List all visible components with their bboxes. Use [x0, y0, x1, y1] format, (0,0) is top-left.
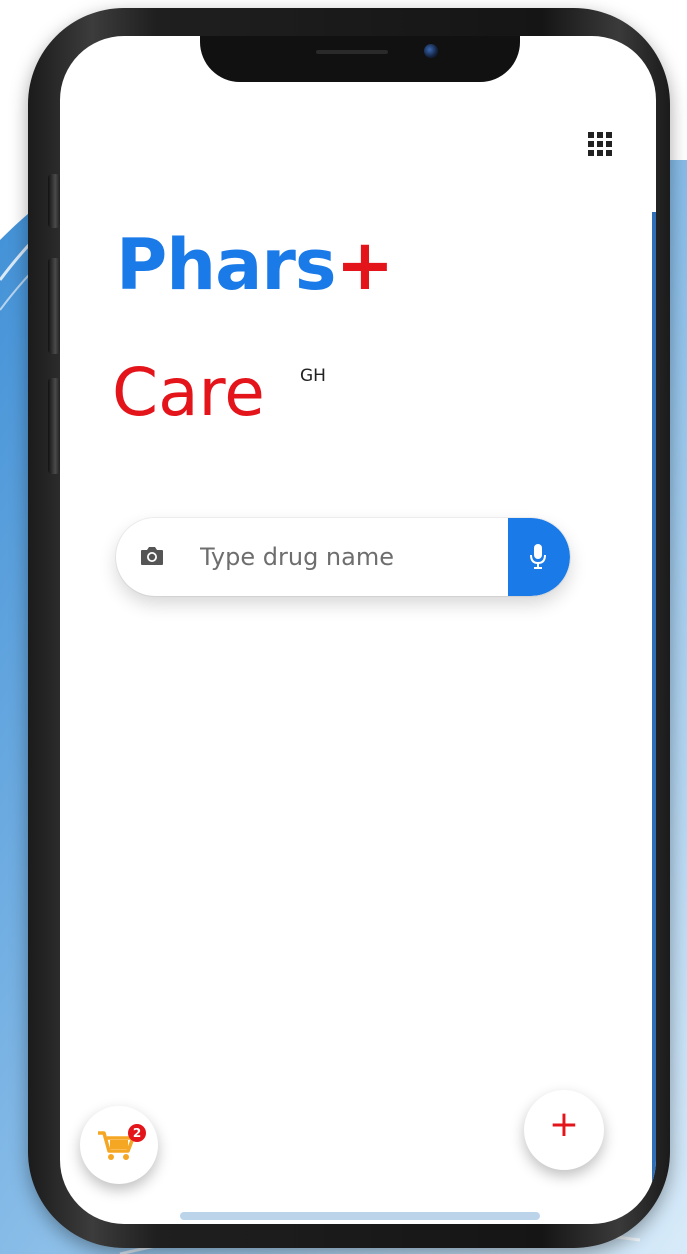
add-icon: +: [548, 1104, 580, 1145]
cart-badge: 2: [128, 1124, 146, 1142]
phone-side-button: [48, 378, 60, 474]
phone-notch: [200, 36, 520, 82]
microphone-button[interactable]: [508, 518, 570, 596]
grid-dot: [597, 141, 603, 147]
grid-dot: [606, 141, 612, 147]
grid-dot: [597, 150, 603, 156]
search-bar: [116, 518, 570, 596]
phone-screen: Phars+ Care GH Type drug name 2 +: [60, 36, 656, 1224]
cart-button[interactable]: 2: [80, 1106, 158, 1184]
stage: Phars+ Care GH Type drug name 2 +: [0, 0, 687, 1254]
screen-edge-accent: [652, 212, 656, 1192]
microphone-icon: [530, 544, 546, 569]
phone-side-button: [48, 258, 60, 354]
grid-dot: [588, 141, 594, 147]
grid-dot: [606, 132, 612, 138]
logo-superscript: GH: [300, 366, 326, 386]
camera-icon[interactable]: [140, 546, 164, 566]
grid-icon[interactable]: [588, 132, 614, 158]
screen-bottom-glow: [180, 1212, 540, 1220]
search-input[interactable]: [200, 538, 500, 576]
logo-plus: +: [335, 224, 395, 306]
speaker-grille: [316, 50, 388, 54]
front-camera: [424, 44, 438, 58]
add-button[interactable]: +: [524, 1090, 604, 1170]
logo-line-1: Phars+: [116, 224, 395, 306]
grid-dot: [606, 150, 612, 156]
grid-dot: [597, 132, 603, 138]
grid-dot: [588, 132, 594, 138]
grid-dot: [588, 150, 594, 156]
logo-word-phars: Phars: [116, 224, 337, 306]
phone-side-button: [48, 174, 60, 228]
logo-word-care: Care: [112, 354, 265, 431]
